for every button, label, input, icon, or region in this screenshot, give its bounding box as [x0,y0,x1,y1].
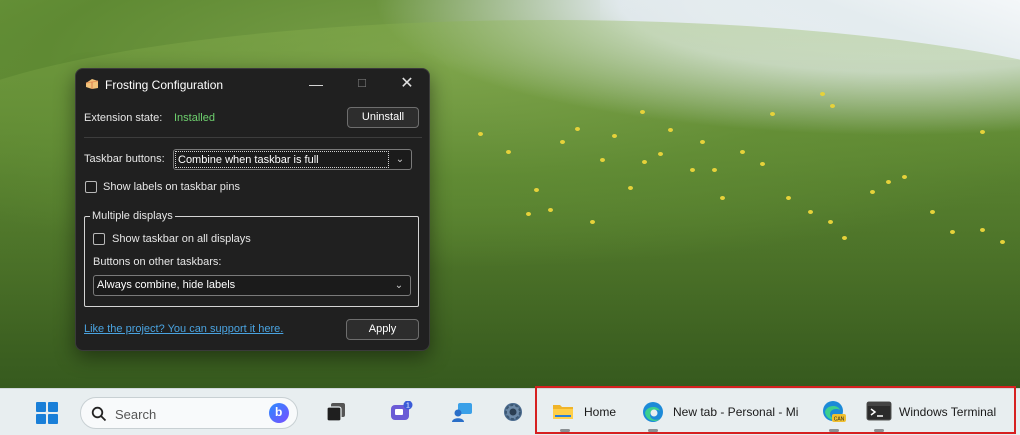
flower [526,212,531,216]
show-all-displays-checkbox[interactable] [93,233,105,245]
flower [902,175,907,179]
chat-button[interactable]: 1 [389,400,413,423]
flower [980,130,985,134]
flower [720,196,725,200]
flower [600,158,605,162]
flower [808,210,813,214]
minimize-button[interactable]: — [305,74,327,94]
flower [612,134,617,138]
flower [828,220,833,224]
settings-gear-icon[interactable] [501,400,525,424]
other-taskbars-dropdown[interactable]: Always combine, hide labels ⌄ [93,275,411,296]
search-box[interactable]: Search [80,397,298,429]
task-view-icon[interactable] [325,402,347,422]
flower [575,127,580,131]
flower [640,110,645,114]
extension-state-label: Extension state: [84,112,163,124]
flower [712,168,717,172]
close-button[interactable]: ✕ [396,74,418,94]
flower [842,236,847,240]
flower [770,112,775,116]
support-link[interactable]: Like the project? You can support it her… [84,323,283,335]
flower [740,150,745,154]
highlight-annotation [535,386,1016,434]
flower [548,208,553,212]
flower [886,180,891,184]
search-icon [91,406,107,422]
taskbar-buttons-value: Combine when taskbar is full [175,151,389,168]
flower [506,150,511,154]
uninstall-button[interactable]: Uninstall [347,107,419,128]
extension-state-value: Installed [174,112,215,124]
other-taskbars-label: Buttons on other taskbars: [93,256,222,268]
window-title: Frosting Configuration [105,78,224,92]
flower [930,210,935,214]
search-placeholder: Search [115,407,157,422]
start-button[interactable] [36,402,58,424]
frosting-configuration-window: Frosting Configuration — ☐ ✕ Extension s… [75,68,430,351]
flower [830,104,835,108]
flower [700,140,705,144]
flower [786,196,791,200]
taskbar-buttons-label: Taskbar buttons: [84,153,165,165]
chat-badge: 1 [406,403,410,410]
flower [668,128,673,132]
flower [590,220,595,224]
flower [560,140,565,144]
show-labels-pins-label: Show labels on taskbar pins [103,181,240,193]
multiple-displays-legend: Multiple displays [90,210,175,222]
flower [628,186,633,190]
flower [534,188,539,192]
flower [980,228,985,232]
title-bar[interactable]: Frosting Configuration — ☐ ✕ [76,69,429,99]
taskbar-buttons-dropdown[interactable]: Combine when taskbar is full ⌄ [173,149,412,170]
app-icon [85,79,99,89]
people-icon[interactable] [450,401,474,423]
show-all-displays-label: Show taskbar on all displays [112,233,251,245]
flower [658,152,663,156]
flower [760,162,765,166]
separator [84,137,422,138]
multiple-displays-group: Multiple displays Show taskbar on all di… [84,210,419,307]
bing-icon[interactable] [269,403,289,423]
chevron-down-icon: ⌄ [394,280,404,291]
flower [478,132,483,136]
apply-button[interactable]: Apply [346,319,419,340]
chevron-down-icon: ⌄ [395,154,405,165]
flower [1000,240,1005,244]
flower [870,190,875,194]
other-taskbars-value: Always combine, hide labels [97,279,236,291]
flower [950,230,955,234]
flower [690,168,695,172]
flower [642,160,647,164]
chat-icon: 1 [391,400,413,420]
maximize-button[interactable]: ☐ [351,74,373,94]
show-labels-pins-checkbox[interactable] [85,181,97,193]
flower [820,92,825,96]
